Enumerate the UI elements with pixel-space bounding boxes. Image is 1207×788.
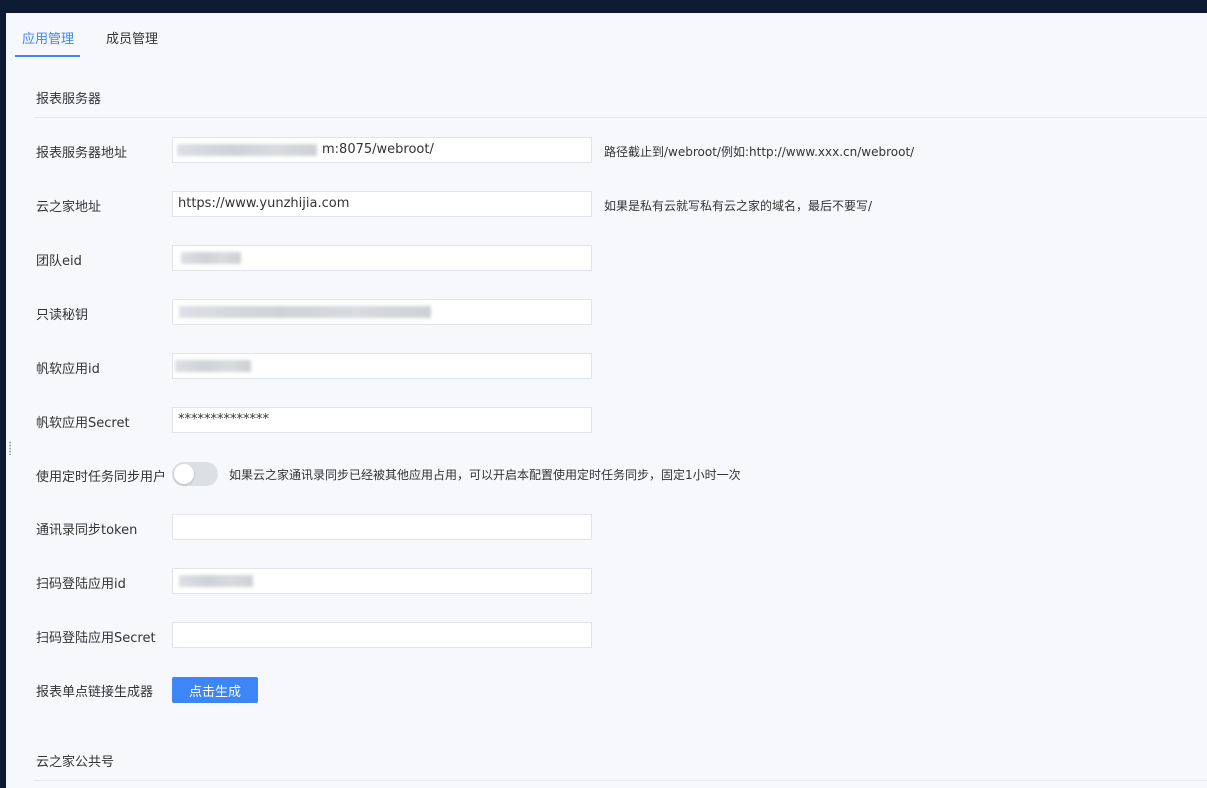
yzj-address-value: https://www.yunzhijia.com (178, 196, 350, 211)
fanruan-app-secret-value: ************** (178, 412, 269, 427)
server-address-value: m:8075/webroot/ (322, 142, 434, 157)
scan-login-app-id-input[interactable] (172, 568, 592, 594)
sync-users-hint: 如果云之家通讯录同步已经被其他应用占用，可以开启本配置使用定时任务同步，固定1小… (229, 468, 741, 482)
yzj-address-hint: 如果是私有云就写私有云之家的域名，最后不要写/ (604, 199, 873, 213)
app-settings-panel: 应用管理 成员管理 报表服务器 报表服务器地址 m:8075/webroot/ … (6, 13, 1207, 788)
sync-users-toggle[interactable] (172, 462, 218, 486)
label-scan-login-app-id: 扫码登陆应用id (36, 577, 126, 592)
fanruan-app-secret-input[interactable]: ************** (172, 407, 592, 433)
redacted-text (181, 252, 241, 264)
tab-member-management[interactable]: 成员管理 (106, 28, 158, 47)
generate-button[interactable]: 点击生成 (172, 677, 258, 703)
redacted-text (175, 360, 251, 372)
readonly-secret-input[interactable] (172, 299, 592, 325)
server-address-input[interactable]: m:8075/webroot/ (172, 137, 592, 163)
redacted-text (179, 306, 431, 318)
server-address-hint: 路径截止到/webroot/例如:http://www.xxx.cn/webro… (604, 145, 915, 159)
contacts-token-input[interactable] (172, 514, 592, 540)
label-scan-login-app-secret: 扫码登陆应用Secret (36, 631, 156, 646)
label-team-eid: 团队eid (36, 254, 82, 269)
tab-bar: 应用管理 成员管理 (6, 13, 1207, 59)
label-contacts-token: 通讯录同步token (36, 523, 138, 538)
label-server-address: 报表服务器地址 (36, 146, 128, 161)
label-fanruan-app-id: 帆软应用id (36, 362, 100, 377)
label-readonly-secret: 只读秘钥 (36, 308, 89, 323)
label-yzj-address: 云之家地址 (36, 200, 102, 215)
label-sso-generator: 报表单点链接生成器 (36, 685, 154, 700)
fanruan-app-id-input[interactable] (172, 353, 592, 379)
label-fanruan-app-secret: 帆软应用Secret (36, 416, 130, 431)
section-title-report-server: 报表服务器 (36, 92, 102, 107)
label-sync-users: 使用定时任务同步用户 (36, 470, 167, 485)
section-title-public-account: 云之家公共号 (36, 755, 115, 770)
tab-app-management[interactable]: 应用管理 (22, 28, 74, 47)
redacted-text (177, 144, 317, 156)
toggle-knob (174, 464, 194, 484)
scan-login-app-secret-input[interactable] (172, 622, 592, 648)
resize-handle[interactable] (8, 441, 12, 455)
redacted-text (179, 575, 253, 587)
section-divider (34, 780, 1207, 781)
yzj-address-input[interactable]: https://www.yunzhijia.com (172, 191, 592, 217)
team-eid-input[interactable] (172, 245, 592, 271)
section-divider (34, 117, 1207, 118)
active-tab-indicator (15, 55, 80, 57)
